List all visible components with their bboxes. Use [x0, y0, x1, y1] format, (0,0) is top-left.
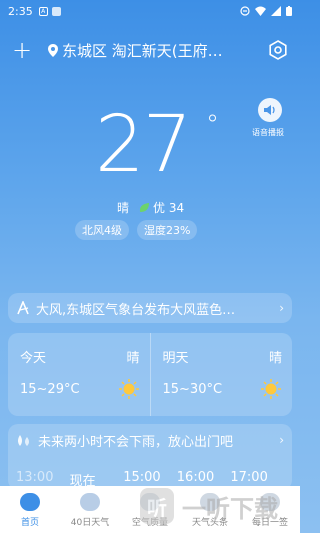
settings-icon[interactable] — [268, 40, 288, 60]
add-city-button[interactable]: + — [12, 38, 34, 62]
home-weather-icon — [20, 493, 40, 511]
current-condition-row: 晴 优 34 — [117, 199, 184, 216]
day-label: 今天 — [20, 351, 47, 366]
sun-icon — [118, 379, 139, 399]
nav-home[interactable]: 首页 — [0, 486, 60, 533]
nav-label: 40日天气 — [70, 518, 110, 528]
current-temperature: 27 — [95, 100, 192, 190]
aqi-value: 优 34 — [153, 201, 185, 215]
wifi-icon — [255, 6, 266, 16]
aqi-badge[interactable]: 优 34 — [139, 199, 184, 216]
chevron-right-icon: › — [279, 301, 284, 315]
raindrop-icon — [18, 434, 29, 446]
weather-details: 北风4级 湿度23% — [75, 220, 198, 240]
day-temp-range: 15~30°C — [162, 381, 223, 397]
watermark: 听 一听下载 — [140, 488, 278, 524]
location-name: 东城区 淘汇新天(王府… — [62, 41, 223, 60]
precipitation-card[interactable]: 未来两小时不会下雨，放心出门吧 › 13:00 现在 15:00 16:00 1… — [8, 424, 292, 490]
wind-pill: 北风4级 — [75, 220, 129, 240]
location-pin-icon — [48, 43, 58, 57]
wind-warning-icon — [17, 301, 29, 315]
condition-text: 晴 — [117, 201, 130, 215]
degree-symbol: ° — [206, 110, 219, 140]
precipitation-text: 未来两小时不会下雨，放心出门吧 — [38, 434, 234, 450]
watermark-text: 一听下载 — [182, 494, 278, 523]
nav-40day[interactable]: 40日天气 — [60, 486, 120, 533]
battery-icon — [286, 6, 292, 16]
notification-icon — [240, 6, 250, 16]
sun-icon — [261, 379, 281, 399]
day-condition: 晴 — [268, 351, 282, 366]
weather-alert-card[interactable]: 大风,东城区气象台发布大风蓝色… › — [8, 293, 292, 323]
watermark-logo: 听 — [140, 488, 174, 524]
nav-label: 首页 — [20, 518, 39, 528]
voice-broadcast-button[interactable]: 语音播报 — [250, 98, 290, 138]
day-tomorrow[interactable]: 明天 晴 15~30°C — [151, 333, 293, 416]
daily-forecast-card: 今天 晴 15~29°C 明天 晴 15~30°C — [8, 333, 292, 416]
status-bar: 2:35 A — [0, 0, 300, 22]
status-app-icon — [51, 6, 61, 16]
cloud-icon — [80, 493, 100, 511]
chevron-right-icon: › — [279, 433, 284, 447]
top-bar: + 东城区 淘汇新天(王府… — [0, 36, 300, 64]
location-selector[interactable]: 东城区 淘汇新天(王府… — [48, 40, 248, 61]
humidity-pill: 湿度23% — [137, 220, 198, 240]
day-condition: 晴 — [126, 351, 140, 366]
voice-broadcast-label: 语音播报 — [252, 128, 284, 137]
day-temp-range: 15~29°C — [20, 381, 80, 397]
status-a-icon: A — [38, 6, 48, 16]
alert-text: 大风,东城区气象台发布大风蓝色… — [36, 302, 236, 318]
speaker-icon — [258, 98, 282, 122]
leaf-icon — [139, 203, 150, 212]
signal-icon — [271, 6, 281, 16]
status-time: 2:35 — [8, 4, 33, 18]
day-label: 明天 — [162, 351, 189, 366]
day-today[interactable]: 今天 晴 15~29°C — [8, 333, 151, 416]
